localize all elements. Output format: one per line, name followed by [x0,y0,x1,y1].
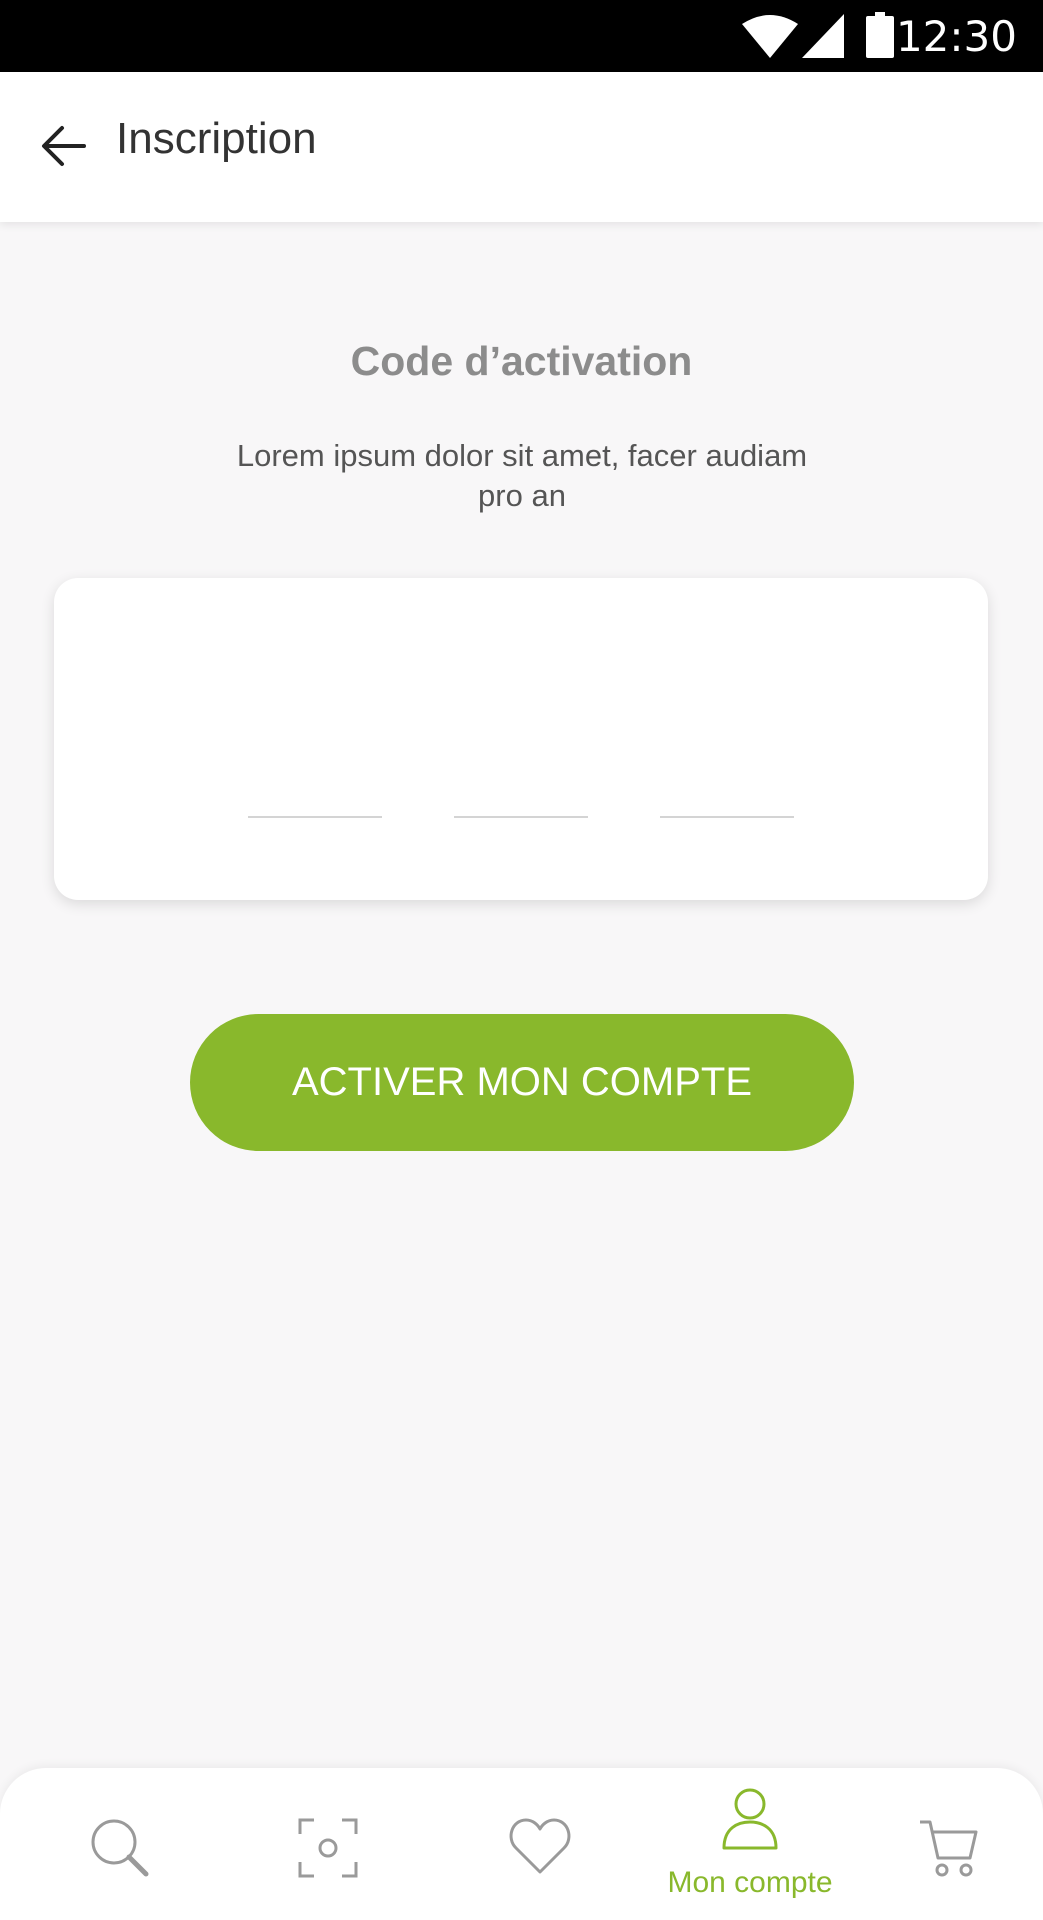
signal-icon [802,14,844,58]
activate-account-button[interactable]: ACTIVER MON COMPTE [190,1014,854,1151]
scan-icon [298,1818,358,1878]
page-title: Inscription [116,114,317,163]
nav-item-scan[interactable] [226,1768,426,1920]
wifi-icon [742,15,798,58]
app-bar: Inscription [0,72,1043,222]
heart-icon [509,1818,571,1874]
status-time: 12:30 [895,12,1017,61]
code-field-3[interactable] [660,718,794,818]
user-icon [722,1788,778,1850]
cart-icon [920,1820,978,1877]
activation-title: Code d’activation [350,338,693,384]
bottom-nav: Mon compte [0,1768,1043,1920]
activation-code-card [54,578,988,900]
arrow-left-icon [42,126,86,166]
code-field-2[interactable] [454,718,588,818]
status-bar: 12:30 [0,0,1043,72]
battery-icon [866,12,894,58]
search-icon [91,1819,149,1877]
nav-item-favorites[interactable] [440,1768,640,1920]
nav-item-account[interactable]: Mon compte [650,1768,850,1920]
code-field-1[interactable] [248,718,382,818]
activation-description: Lorem ipsum dolor sit amet, facer audiam… [236,438,808,513]
nav-label-account: Mon compte [667,1866,833,1899]
nav-item-search[interactable] [18,1768,218,1920]
back-button[interactable] [26,108,102,184]
nav-item-cart[interactable] [846,1768,1043,1920]
